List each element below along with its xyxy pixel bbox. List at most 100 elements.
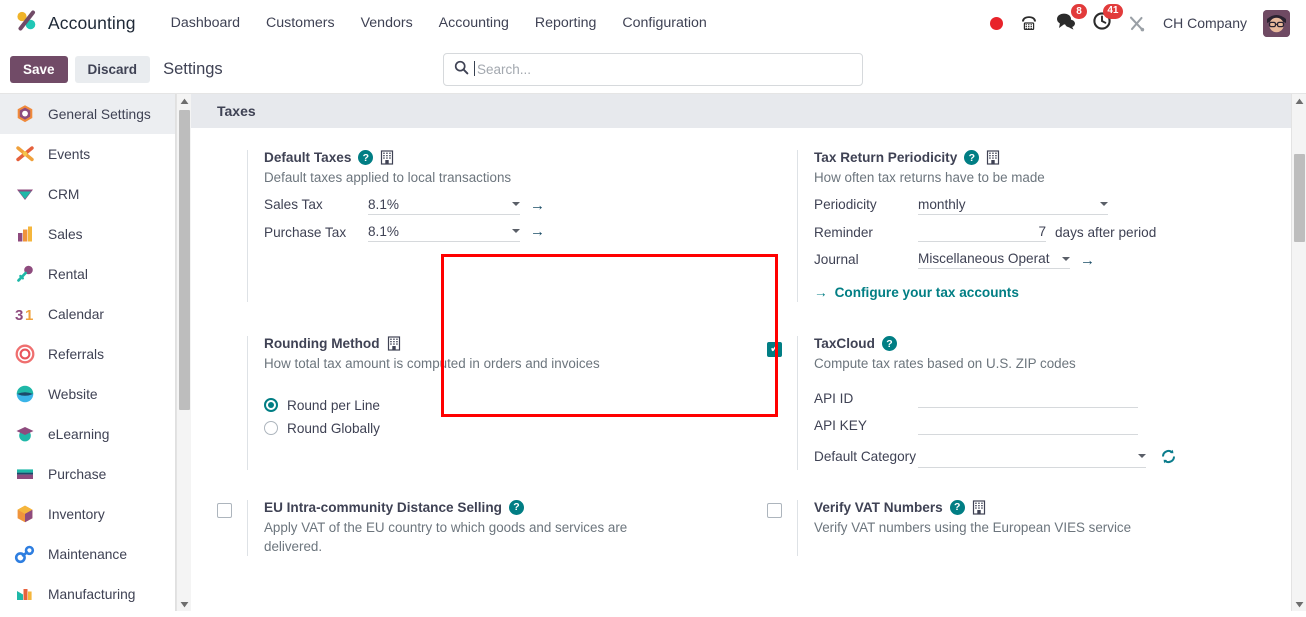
field-value: 7 (1038, 223, 1046, 239)
question-mark-icon[interactable]: ? (964, 150, 980, 165)
page-body: General Settings Events CRM Sales Rental… (0, 94, 1306, 611)
field-label: Purchase Tax (264, 224, 347, 240)
search-input[interactable]: Search... (443, 53, 863, 86)
sidebar-item-events[interactable]: Events (0, 134, 175, 174)
taxcloud-checkbox[interactable] (767, 342, 782, 358)
menu-item-reporting[interactable]: Reporting (522, 9, 610, 37)
settings-sidebar: General Settings Events CRM Sales Rental… (0, 94, 176, 611)
settings-gear-icon (14, 103, 36, 125)
default-category-dropdown[interactable] (918, 448, 1146, 468)
periodicity-dropdown[interactable]: monthly (918, 197, 1108, 215)
question-mark-icon[interactable]: ? (358, 150, 374, 165)
setting-default-taxes: Default Taxes ? Default taxes applied to… (191, 128, 741, 310)
field-value: 8.1% (368, 196, 399, 212)
tools-icon[interactable] (1128, 14, 1147, 33)
sidebar-item-label: Website (48, 386, 98, 402)
radio-round-per-line[interactable]: Round per Line (264, 398, 715, 413)
question-mark-icon[interactable]: ? (881, 336, 897, 352)
sidebar-item-crm[interactable]: CRM (0, 174, 175, 214)
chevron-down-icon[interactable] (512, 202, 520, 207)
building-icon[interactable] (972, 499, 986, 515)
internal-link-arrow-icon[interactable]: → (530, 224, 545, 239)
field-label: Journal (814, 252, 859, 268)
sidebar-item-rental[interactable]: Rental (0, 254, 175, 294)
sidebar-item-maintenance[interactable]: Maintenance (0, 534, 175, 574)
setting-label: Default Taxes (264, 150, 352, 165)
menu-item-dashboard[interactable]: Dashboard (158, 9, 253, 37)
sidebar-item-sales[interactable]: Sales (0, 214, 175, 254)
scroll-up-arrow-icon[interactable] (177, 94, 191, 108)
discard-button[interactable]: Discard (74, 56, 151, 83)
question-mark-icon[interactable]: ? (949, 499, 965, 515)
scroll-up-arrow-icon[interactable] (1292, 94, 1306, 108)
building-icon[interactable] (380, 150, 394, 165)
menu-item-customers[interactable]: Customers (253, 9, 348, 37)
sidebar-item-elearning[interactable]: eLearning (0, 414, 175, 454)
menu-item-vendors[interactable]: Vendors (348, 9, 426, 37)
chevron-down-icon[interactable] (1138, 454, 1146, 459)
verify-vat-checkbox[interactable] (767, 502, 782, 518)
setting-eu-distance-selling: EU Intra-community Distance Selling ? Ap… (191, 478, 741, 565)
chevron-down-icon[interactable] (512, 229, 520, 234)
building-icon[interactable] (986, 150, 1000, 165)
building-icon[interactable] (387, 336, 401, 352)
scroll-down-arrow-icon[interactable] (177, 597, 191, 611)
sidebar-item-label: Rental (48, 266, 88, 282)
company-switcher[interactable]: CH Company (1163, 15, 1247, 31)
radio-label: Round Globally (287, 420, 380, 436)
refresh-icon[interactable] (1160, 448, 1177, 470)
radio-label: Round per Line (287, 397, 380, 413)
api-key-input[interactable] (918, 417, 1138, 436)
reminder-input[interactable]: 7 (918, 224, 1046, 242)
journal-dropdown[interactable]: Miscellaneous Operat (918, 251, 1070, 270)
setting-description: How total tax amount is computed in orde… (264, 356, 600, 372)
sidebar-item-general-settings[interactable]: General Settings (0, 94, 175, 134)
phone-icon[interactable] (1019, 13, 1039, 33)
field-label: API ID (814, 390, 854, 406)
field-periodicity: Periodicity monthly (814, 196, 1265, 215)
radio-round-globally[interactable]: Round Globally (264, 421, 715, 436)
maintenance-wrench-icon (14, 543, 36, 565)
save-button[interactable]: Save (10, 56, 68, 83)
field-label: Default Category (814, 448, 917, 464)
content-scroll-thumb[interactable] (1294, 154, 1305, 242)
setting-label: Tax Return Periodicity (814, 150, 958, 165)
sidebar-item-calendar[interactable]: 3 1 Calendar (0, 294, 175, 334)
main-menu: Dashboard Customers Vendors Accounting R… (158, 9, 720, 37)
api-id-input[interactable] (918, 390, 1138, 409)
setting-verify-vat: Verify VAT Numbers ? Verify VAT numbers … (741, 478, 1291, 565)
app-brand[interactable]: Accounting (10, 8, 136, 38)
purchase-tax-dropdown[interactable]: 8.1% (368, 224, 520, 242)
chevron-down-icon[interactable] (1100, 202, 1108, 207)
internal-link-arrow-icon[interactable]: → (530, 198, 545, 213)
menu-item-accounting[interactable]: Accounting (426, 9, 522, 37)
crm-icon (14, 183, 36, 205)
sidebar-item-label: Referrals (48, 346, 104, 362)
sidebar-item-manufacturing[interactable]: Manufacturing (0, 574, 175, 611)
menu-item-configuration[interactable]: Configuration (609, 9, 719, 37)
sidebar-item-label: Events (48, 146, 91, 162)
sidebar-scroll-thumb[interactable] (179, 110, 190, 410)
odoo-accounting-logo-icon (14, 8, 39, 38)
link-label: Configure your tax accounts (834, 285, 1019, 301)
configure-tax-accounts-link[interactable]: → Configure your tax accounts (814, 285, 1019, 300)
chevron-down-icon[interactable] (1062, 256, 1070, 261)
avatar[interactable] (1263, 9, 1290, 37)
messages-counter[interactable]: 8 (1055, 4, 1087, 35)
sidebar-scrollbar[interactable] (176, 94, 191, 611)
content-scrollbar[interactable] (1291, 94, 1306, 611)
internal-link-arrow-icon[interactable]: → (1080, 253, 1095, 268)
record-dot-icon[interactable] (989, 16, 1003, 30)
sidebar-item-website[interactable]: Website (0, 374, 175, 414)
radio-icon[interactable] (264, 398, 278, 413)
question-mark-icon[interactable]: ? (508, 499, 524, 515)
radio-icon[interactable] (264, 421, 278, 436)
sidebar-item-referrals[interactable]: Referrals (0, 334, 175, 374)
top-navbar: Accounting Dashboard Customers Vendors A… (0, 0, 1306, 46)
sidebar-item-inventory[interactable]: Inventory (0, 494, 175, 534)
sidebar-item-purchase[interactable]: Purchase (0, 454, 175, 494)
sales-tax-dropdown[interactable]: 8.1% (368, 197, 520, 215)
scroll-down-arrow-icon[interactable] (1292, 597, 1306, 611)
eu-distance-selling-checkbox[interactable] (217, 502, 232, 518)
activities-counter[interactable]: 41 (1092, 3, 1123, 36)
